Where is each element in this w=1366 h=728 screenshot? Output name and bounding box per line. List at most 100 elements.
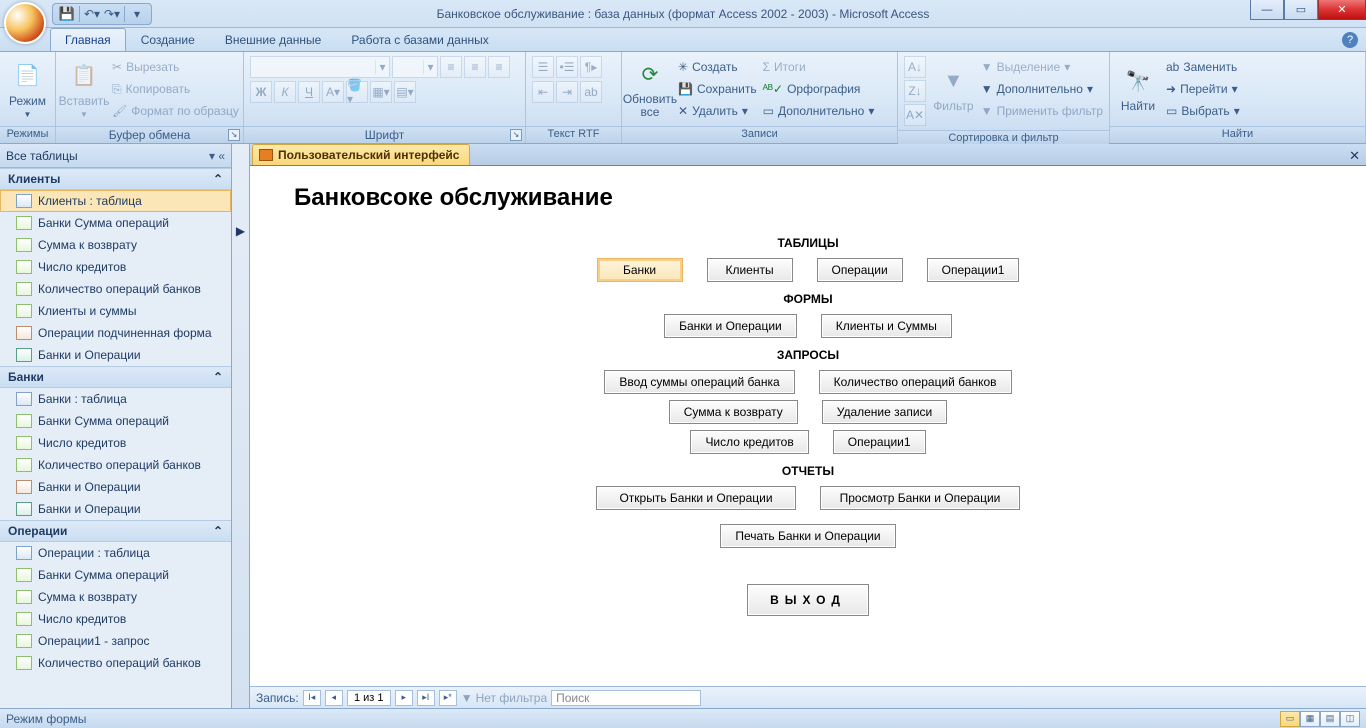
design-view-button[interactable]: ◫ [1340,711,1360,727]
navpane-group-header[interactable]: Клиенты⌃ [0,168,231,190]
form-button[interactable]: Банки и Операции [664,314,797,338]
ribbon-tab[interactable]: Работа с базами данных [336,28,503,51]
exit-button[interactable]: ВЫХОД [747,584,869,616]
layout-view-button[interactable]: ▤ [1320,711,1340,727]
view-icon: 📄 [12,60,44,92]
navpane-list[interactable]: Клиенты⌃Клиенты : таблицаБанки Сумма опе… [0,168,231,708]
refresh-all-button[interactable]: ⟳ Обновить все [628,56,672,122]
navpane-item[interactable]: Банки и Операции [0,476,231,498]
navpane-item[interactable]: Сумма к возврату [0,234,231,256]
navpane-item-label: Банки и Операции [38,348,141,362]
find-label: Найти [1121,99,1155,113]
navpane-item[interactable]: Число кредитов [0,256,231,278]
form-button[interactable]: Количество операций банков [819,370,1012,394]
chevron-down-icon: ▼ [24,110,32,119]
advanced-filter-button[interactable]: ▼Дополнительно▾ [981,78,1103,100]
clear-sort-icon: A✕ [904,104,926,126]
undo-icon[interactable]: ↶▾ [84,6,100,22]
navpane-item[interactable]: Количество операций банков [0,652,231,674]
navpane-item[interactable]: Количество операций банков [0,278,231,300]
selection-icon: ▼ [981,60,993,74]
navpane-item[interactable]: Клиенты : таблица [0,190,231,212]
redo-icon[interactable]: ↷▾ [104,6,120,22]
form-button[interactable]: Операции1 [833,430,926,454]
form-view-button[interactable]: ▭ [1280,711,1300,727]
form-button[interactable]: Число кредитов [690,430,808,454]
minimize-button[interactable]: — [1250,0,1284,20]
maximize-button[interactable]: ▭ [1284,0,1318,20]
navpane-item[interactable]: Количество операций банков [0,454,231,476]
navpane-group-header[interactable]: Банки⌃ [0,366,231,388]
form-button[interactable]: Удаление записи [822,400,947,424]
chevron-down-icon: ▾ « [209,149,225,163]
ribbon-tabs: ГлавнаяСозданиеВнешние данныеРабота с ба… [0,28,1366,52]
next-record-button[interactable]: ▸ [395,690,413,706]
ribbon-tab[interactable]: Главная [50,28,126,51]
navpane-item[interactable]: Сумма к возврату [0,586,231,608]
form-button[interactable]: Клиенты [707,258,793,282]
new-record-button[interactable]: ✳Создать [678,56,757,78]
navpane-item[interactable]: Операции : таблица [0,542,231,564]
form-button[interactable]: Просмотр Банки и Операции [820,486,1020,510]
numbering-icon: ☰ [532,56,554,78]
navpane-group-header[interactable]: Операции⌃ [0,520,231,542]
save-record-button[interactable]: 💾Сохранить [678,78,757,100]
datasheet-view-button[interactable]: ▦ [1300,711,1320,727]
navpane-item[interactable]: Банки и Операции [0,498,231,520]
last-record-button[interactable]: ▸I [417,690,435,706]
record-number-input[interactable] [347,690,391,706]
prev-record-button[interactable]: ◂ [325,690,343,706]
view-button[interactable]: 📄 Режим ▼ [6,56,49,122]
form-button[interactable]: Операции1 [927,258,1020,282]
more-button[interactable]: ▭Дополнительно▾ [763,100,875,122]
toggle-filter-button: ▼Применить фильтр [981,100,1103,122]
navpane-item-label: Сумма к возврату [38,238,137,252]
form-button[interactable]: Сумма к возврату [669,400,798,424]
dialog-launcher-icon[interactable]: ↘ [510,129,522,141]
close-tab-icon[interactable]: ✕ [1349,148,1360,164]
ribbon-tab[interactable]: Внешние данные [210,28,337,51]
shutter-bar[interactable]: ▶ [232,144,250,708]
select-button[interactable]: ▭Выбрать▾ [1166,100,1240,122]
search-box[interactable]: Поиск [551,690,701,706]
paste-icon: 📋 [68,60,100,92]
save-icon[interactable]: 💾 [59,6,75,22]
goto-button[interactable]: ➜Перейти▾ [1166,78,1240,100]
navpane-item[interactable]: Банки Сумма операций [0,564,231,586]
navpane-item[interactable]: Банки : таблица [0,388,231,410]
ribbon-tab[interactable]: Создание [126,28,210,51]
form-button[interactable]: Клиенты и Суммы [821,314,952,338]
navpane-header[interactable]: Все таблицы ▾ « [0,144,231,168]
chevron-down-icon: ▾ [742,104,748,118]
form-button[interactable]: Печать Банки и Операции [720,524,895,548]
navpane-item[interactable]: Число кредитов [0,432,231,454]
fill-color-icon: 🪣▾ [346,81,368,103]
help-icon[interactable]: ? [1342,32,1358,48]
select-icon: ▭ [1166,104,1177,118]
navpane-item[interactable]: Банки и Операции [0,344,231,366]
replace-button[interactable]: abЗаменить [1166,56,1240,78]
funnel-icon: ▼ [461,691,473,705]
find-button[interactable]: 🔭 Найти [1116,56,1160,122]
query-icon [16,458,32,472]
document-tab[interactable]: Пользовательский интерфейс [252,144,470,165]
form-button[interactable]: Ввод суммы операций банка [604,370,794,394]
navpane-item[interactable]: Операции подчиненная форма [0,322,231,344]
navpane-item[interactable]: Число кредитов [0,608,231,630]
new-record-nav-button[interactable]: ▸* [439,690,457,706]
close-button[interactable]: ✕ [1318,0,1366,20]
qat-customize-icon[interactable]: ▾ [129,6,145,22]
form-button[interactable]: Банки [597,258,683,282]
form-button[interactable]: Операции [817,258,903,282]
spelling-button[interactable]: ᴬᴮ✓Орфография [763,78,875,100]
office-button[interactable] [4,2,46,44]
dialog-launcher-icon[interactable]: ↘ [228,129,240,141]
navpane-item[interactable]: Клиенты и суммы [0,300,231,322]
navpane-item[interactable]: Банки Сумма операций [0,212,231,234]
format-painter-button: 🖌Формат по образцу [112,100,239,122]
navpane-item[interactable]: Банки Сумма операций [0,410,231,432]
form-button[interactable]: Открыть Банки и Операции [596,486,796,510]
delete-record-button[interactable]: ✕Удалить▾ [678,100,757,122]
first-record-button[interactable]: I◂ [303,690,321,706]
navpane-item[interactable]: Операции1 - запрос [0,630,231,652]
